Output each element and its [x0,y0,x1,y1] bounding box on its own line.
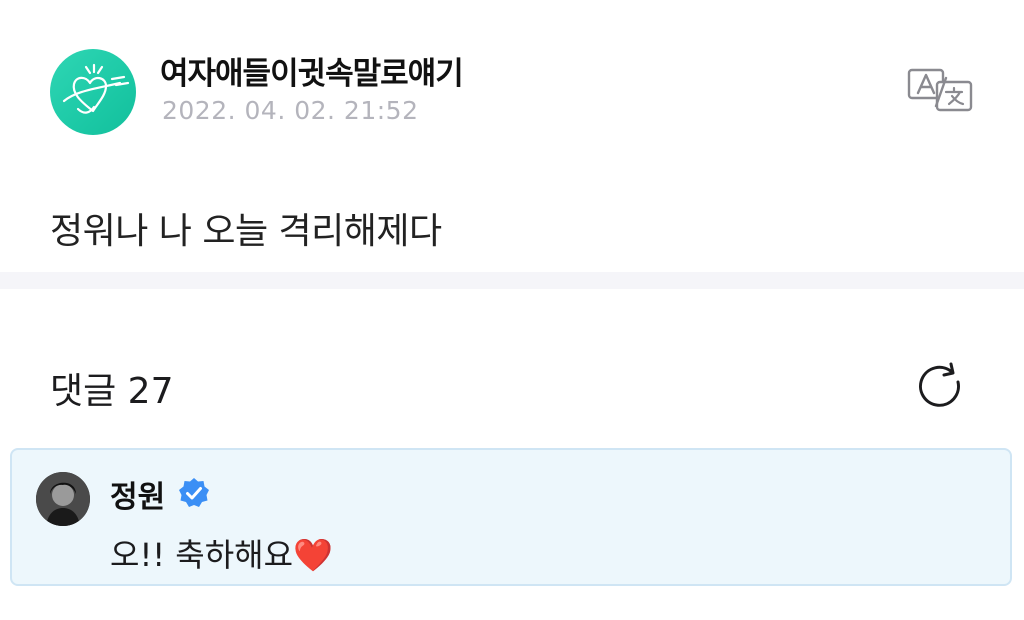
author-avatar[interactable] [50,49,136,135]
commenter-avatar[interactable] [36,472,90,526]
red-heart-emoji: ❤️ [293,536,333,574]
heart-doodle-logo-icon [62,63,130,114]
profile-photo-icon [36,472,90,526]
refresh-icon [919,362,960,407]
post-body-text: 정워나 나 오늘 격리해제다 [50,211,442,252]
comment-text: 오!! 축하해요❤️ [110,530,333,576]
section-divider [0,272,1024,289]
refresh-comments-button[interactable] [914,360,966,412]
comments-count-title: 댓글 27 [50,371,174,412]
comment-item[interactable]: 정원 오!! 축하해요❤️ [10,448,1012,586]
comment-message: 오!! 축하해요 [110,536,294,574]
comment-author-name[interactable]: 정원 [110,472,165,516]
translate-icon [907,68,973,112]
verified-badge-icon [177,476,211,510]
post-timestamp: 2022. 04. 02. 21:52 [162,96,419,125]
translate-button[interactable] [906,66,974,114]
post-author-name[interactable]: 여자애들이귓속말로얘기 [160,48,464,93]
